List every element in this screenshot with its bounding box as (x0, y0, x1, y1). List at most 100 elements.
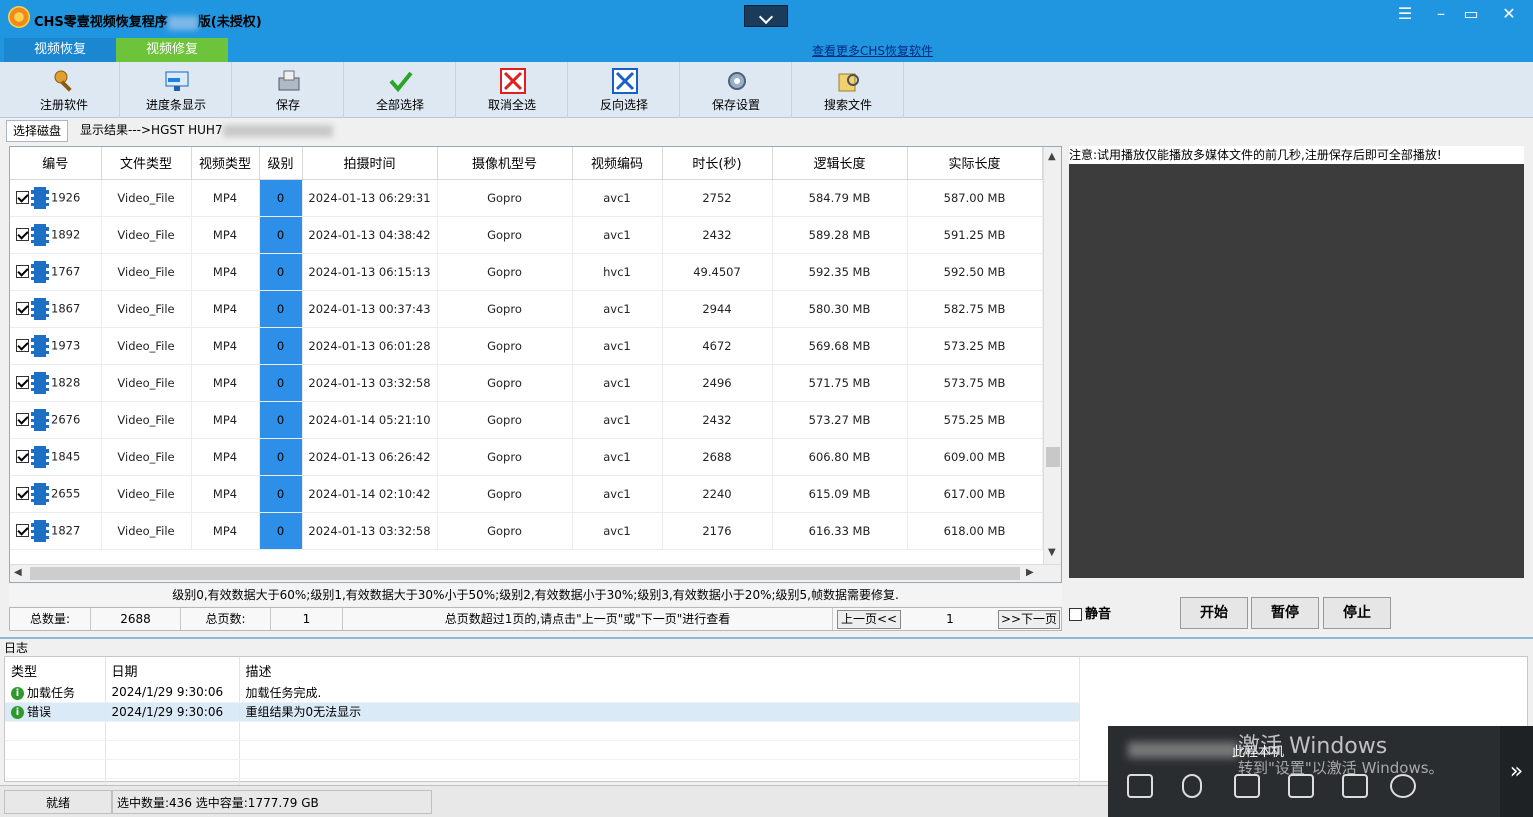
grid-cell: Video_File (101, 290, 192, 328)
register-button[interactable]: 注册软件 (8, 62, 120, 118)
table-row[interactable]: 1926 Video_File MP4 0 2024-01-13 06:29:31 Gop… (10, 179, 1043, 217)
tab-video-repair[interactable]: 视频修复 (116, 38, 228, 62)
grid-cell: Video_File (101, 216, 192, 254)
table-row[interactable]: 1827 Video_File MP4 0 2024-01-13 03:32:58 Gop… (10, 512, 1043, 550)
play-start-button[interactable]: 开始 (1180, 597, 1248, 629)
table-row[interactable]: 2676 Video_File MP4 0 2024-01-14 05:21:10 Gop… (10, 401, 1043, 439)
grid-cell: 615.09 MB (772, 475, 908, 513)
redacted-blur (167, 15, 198, 30)
table-row[interactable]: 1767 Video_File MP4 0 2024-01-13 06:15:13 Gop… (10, 253, 1043, 291)
chat-icon[interactable] (1127, 774, 1153, 798)
table-row[interactable]: 1973 Video_File MP4 0 2024-01-13 06:01:28 Gop… (10, 327, 1043, 365)
grid-cell: 0 (259, 253, 303, 291)
mute-checkbox-box[interactable] (1069, 608, 1082, 621)
next-page-button[interactable]: >>下一页 (998, 610, 1060, 629)
row-checkbox[interactable] (16, 413, 29, 426)
grid-header-row: 编号 文件类型 视频类型 级别 拍摄时间 摄像机型号 视频编码 时长(秒) 逻辑长度 实际长度 (10, 147, 1043, 180)
grid-cell: Gopro (437, 253, 573, 291)
play-stop-button[interactable]: 停止 (1323, 597, 1391, 629)
horizontal-scrollbar[interactable]: ◀ ▶ (10, 564, 1061, 582)
grid-col-header[interactable]: 逻辑长度 (772, 147, 908, 180)
grid-col-header[interactable]: 编号 (10, 147, 102, 180)
data-tabs: 选择磁盘 显示结果--->HGST HUH7 (4, 118, 1533, 142)
log-col-header[interactable]: 描述 (239, 657, 1080, 683)
table-row[interactable]: 1845 Video_File MP4 0 2024-01-13 06:26:42 Gop… (10, 438, 1043, 476)
more-software-link[interactable]: 查看更多CHS恢复软件 (812, 42, 933, 59)
prev-page-button[interactable]: 上一页<< (837, 610, 901, 629)
cell-id: 1892 (10, 216, 102, 254)
title-dropdown-button[interactable] (744, 5, 788, 27)
grid-cell: 2176 (662, 512, 773, 550)
close-circle-icon[interactable] (1390, 774, 1416, 798)
grid-col-header[interactable]: 级别 (259, 147, 303, 180)
table-row[interactable]: 1892 Video_File MP4 0 2024-01-13 04:38:42 Gop… (10, 216, 1043, 254)
maximize-icon[interactable]: ▭ (1456, 4, 1486, 24)
tab-select-disk[interactable]: 选择磁盘 (6, 120, 69, 142)
grid-col-header[interactable]: 视频类型 (191, 147, 260, 180)
scroll-left-icon[interactable]: ◀ (14, 567, 22, 578)
select-all-button[interactable]: 全部选择 (344, 62, 456, 118)
mode-tabs: 视频恢复 视频修复 查看更多CHS恢复软件 (0, 38, 1533, 62)
grid-cell: Gopro (437, 401, 573, 439)
log-col-header[interactable]: 日期 (105, 657, 240, 683)
grid-col-header[interactable]: 视频编码 (572, 147, 663, 180)
row-checkbox[interactable] (16, 376, 29, 389)
row-checkbox[interactable] (16, 228, 29, 241)
horizontal-scroll-thumb[interactable] (30, 567, 1020, 580)
row-checkbox[interactable] (16, 487, 29, 500)
save-settings-button[interactable]: 保存设置 (680, 62, 792, 118)
log-row[interactable]: i 加载任务 2024/1/29 9:30:06 加载任务完成. (5, 683, 1080, 703)
microphone-icon[interactable] (1182, 774, 1202, 798)
video-file-icon (31, 482, 49, 505)
grid-col-header[interactable]: 实际长度 (907, 147, 1043, 180)
row-checkbox[interactable] (16, 302, 29, 315)
log-row-empty (5, 740, 1080, 760)
scroll-right-icon[interactable]: ▶ (1026, 567, 1034, 578)
grid-cell: 2024-01-13 06:29:31 (302, 179, 438, 217)
progress-display-button[interactable]: 进度条显示 (120, 62, 232, 118)
video-player-area[interactable] (1069, 164, 1524, 578)
table-row[interactable]: 2655 Video_File MP4 0 2024-01-14 02:10:42 Gop… (10, 475, 1043, 513)
grid-cell: 584.79 MB (772, 179, 908, 217)
tab-results[interactable]: 显示结果--->HGST HUH7 (74, 120, 339, 142)
grid-cell: 49.4507 (662, 253, 773, 291)
text-box-icon[interactable] (1288, 774, 1314, 798)
close-icon[interactable]: ✕ (1494, 4, 1524, 24)
keyboard-icon[interactable] (1234, 774, 1260, 798)
grid-col-header[interactable]: 摄像机型号 (437, 147, 573, 180)
vertical-scrollbar[interactable]: ▲ ▼ (1043, 147, 1061, 565)
mute-checkbox[interactable]: 静音 (1069, 603, 1111, 622)
table-row[interactable]: 1828 Video_File MP4 0 2024-01-13 03:32:58 Gop… (10, 364, 1043, 402)
grid-cell: avc1 (572, 364, 663, 402)
grid-col-header[interactable]: 时长(秒) (662, 147, 773, 180)
row-checkbox[interactable] (16, 524, 29, 537)
grid-col-header[interactable]: 文件类型 (101, 147, 192, 180)
row-checkbox[interactable] (16, 265, 29, 278)
row-id-text: 1767 (51, 264, 81, 278)
video-file-icon (31, 408, 49, 431)
log-text: 错误 (27, 705, 52, 719)
vertical-scroll-thumb[interactable] (1046, 447, 1060, 467)
expand-chevron-icon[interactable]: » (1500, 726, 1533, 817)
table-row[interactable]: 1867 Video_File MP4 0 2024-01-13 00:37:43 Gop… (10, 290, 1043, 328)
grid-col-header[interactable]: 拍摄时间 (302, 147, 438, 180)
row-checkbox[interactable] (16, 450, 29, 463)
row-checkbox[interactable] (16, 339, 29, 352)
tab-video-recovery[interactable]: 视频恢复 (4, 38, 116, 62)
grid-cell: avc1 (572, 475, 663, 513)
log-col-header[interactable]: 类型 (5, 657, 106, 683)
scroll-up-icon[interactable]: ▲ (1048, 151, 1056, 162)
player-notice: 注意:试用播放仅能播放多媒体文件的前几秒,注册保存后即可全部播放! (1069, 146, 1524, 164)
minimize-icon[interactable]: – (1426, 4, 1456, 24)
deselect-all-button[interactable]: 取消全选 (456, 62, 568, 118)
exit-icon[interactable] (1342, 774, 1368, 798)
search-files-button[interactable]: 搜索文件 (792, 62, 904, 118)
log-row[interactable]: i 错误 2024/1/29 9:30:06 重组结果为0无法显示 (5, 702, 1080, 722)
invert-selection-button[interactable]: 反向选择 (568, 62, 680, 118)
scroll-down-icon[interactable]: ▼ (1048, 547, 1056, 558)
save-button[interactable]: 保存 (232, 62, 344, 118)
menu-icon[interactable]: ☰ (1390, 4, 1420, 24)
play-pause-button[interactable]: 暂停 (1251, 597, 1319, 629)
row-checkbox[interactable] (16, 191, 29, 204)
toolbar: 注册软件 进度条显示 保存 全部选择 取消全选 反向选择 保存设置 搜索文件 (0, 62, 1533, 118)
